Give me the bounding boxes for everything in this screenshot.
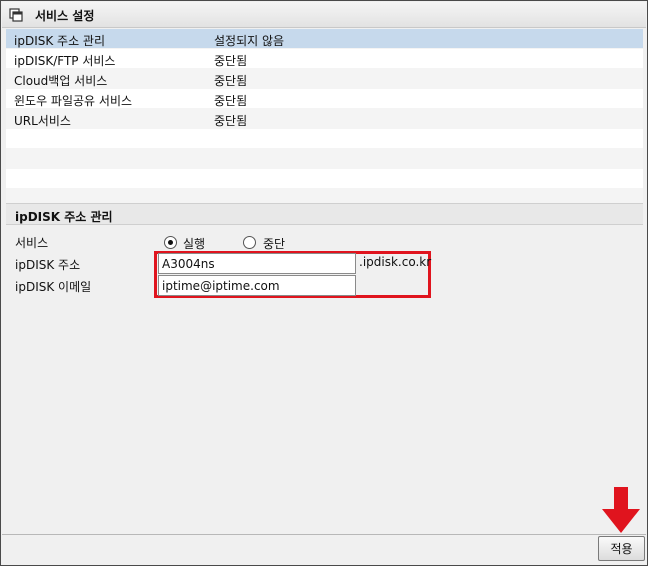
footer-divider bbox=[2, 534, 646, 535]
address-label: ipDISK 주소 bbox=[15, 258, 81, 272]
section-title: ipDISK 주소 관리 bbox=[15, 210, 113, 224]
service-status: 중단됨 bbox=[214, 114, 248, 128]
service-status: 중단됨 bbox=[214, 74, 248, 88]
empty-row bbox=[6, 149, 643, 169]
service-name: ipDISK 주소 관리 bbox=[14, 34, 106, 48]
service-name: 윈도우 파일공유 서비스 bbox=[14, 94, 133, 108]
service-name: ipDISK/FTP 서비스 bbox=[14, 54, 116, 68]
ipdisk-email-input[interactable] bbox=[158, 275, 356, 296]
run-radio-label[interactable]: 실행 bbox=[183, 235, 205, 252]
window-stack-icon bbox=[9, 8, 23, 22]
service-row-ipdisk-ftp[interactable]: ipDISK/FTP 서비스 중단됨 bbox=[6, 49, 643, 69]
domain-suffix: .ipdisk.co.kr bbox=[359, 255, 432, 269]
panel-header: 서비스 설정 bbox=[2, 2, 646, 28]
down-arrow-icon bbox=[602, 487, 640, 533]
apply-button[interactable]: 적용 bbox=[598, 536, 645, 561]
service-settings-window: 서비스 설정 ipDISK 주소 관리 설정되지 않음 ipDISK/FTP 서… bbox=[0, 0, 648, 566]
section-header: ipDISK 주소 관리 bbox=[6, 203, 643, 225]
run-radio[interactable] bbox=[164, 236, 177, 249]
service-name: Cloud백업 서비스 bbox=[14, 74, 108, 88]
service-row-windows-share[interactable]: 윈도우 파일공유 서비스 중단됨 bbox=[6, 89, 643, 109]
service-name: URL서비스 bbox=[14, 114, 71, 128]
service-list: ipDISK 주소 관리 설정되지 않음 ipDISK/FTP 서비스 중단됨 … bbox=[6, 29, 643, 209]
service-status: 중단됨 bbox=[214, 94, 248, 108]
ipdisk-address-input[interactable] bbox=[158, 253, 356, 274]
empty-row bbox=[6, 129, 643, 149]
panel-title: 서비스 설정 bbox=[35, 9, 95, 23]
service-row-url[interactable]: URL서비스 중단됨 bbox=[6, 109, 643, 129]
email-label: ipDISK 이메일 bbox=[15, 280, 92, 294]
empty-row bbox=[6, 169, 643, 189]
service-row-ipdisk-address[interactable]: ipDISK 주소 관리 설정되지 않음 bbox=[6, 29, 643, 49]
stop-radio-label[interactable]: 중단 bbox=[263, 235, 285, 252]
service-label: 서비스 bbox=[15, 236, 49, 250]
stop-radio[interactable] bbox=[243, 236, 256, 249]
service-status: 중단됨 bbox=[214, 54, 248, 68]
service-row-cloud-backup[interactable]: Cloud백업 서비스 중단됨 bbox=[6, 69, 643, 89]
service-status: 설정되지 않음 bbox=[214, 34, 285, 48]
